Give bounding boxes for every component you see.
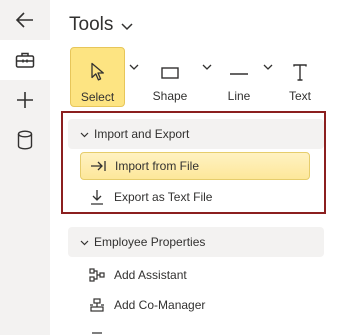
shape-options-chevron-icon[interactable]	[202, 58, 212, 76]
section-header-employee-properties[interactable]: Employee Properties	[68, 227, 324, 257]
rectangle-icon	[160, 55, 180, 81]
panel-title-dropdown[interactable]: Tools	[69, 13, 133, 37]
tools-panel: Tools Select Shape Line Text Import and …	[50, 0, 339, 335]
tool-line-button[interactable]: Line	[222, 47, 256, 105]
left-rail	[0, 0, 50, 335]
page-title: Tools	[69, 14, 114, 35]
line-options-chevron-icon[interactable]	[263, 58, 273, 76]
next-item-partial[interactable]	[80, 322, 310, 336]
text-icon	[292, 55, 308, 81]
item-label: Add Assistant	[114, 268, 187, 282]
database-icon	[17, 130, 33, 150]
tool-label: Text	[288, 89, 311, 103]
rail-item-add[interactable]	[0, 80, 50, 120]
tool-label: Select	[80, 90, 115, 104]
toolbox-icon	[15, 51, 35, 69]
line-icon	[229, 55, 249, 81]
assistant-icon	[86, 268, 108, 282]
section-title: Employee Properties	[94, 235, 206, 249]
tool-select-button[interactable]: Select	[70, 47, 125, 107]
rail-item-tools[interactable]	[0, 40, 50, 80]
plus-icon	[16, 91, 34, 109]
back-arrow-icon	[15, 10, 35, 30]
highlight-box	[61, 111, 326, 214]
rail-item-data[interactable]	[0, 120, 50, 160]
add-assistant-item[interactable]: Add Assistant	[80, 261, 310, 289]
tool-label: Line	[227, 89, 251, 103]
add-co-manager-item[interactable]: Add Co-Manager	[80, 291, 310, 319]
item-icon	[86, 322, 108, 336]
tool-label: Shape	[152, 89, 188, 103]
item-label: Add Co-Manager	[114, 298, 206, 312]
select-options-chevron-icon[interactable]	[129, 58, 139, 76]
tool-text-button[interactable]: Text	[284, 47, 316, 105]
co-manager-icon	[86, 298, 108, 312]
back-button[interactable]	[0, 0, 50, 40]
tool-shape-button[interactable]: Shape	[148, 47, 192, 105]
chevron-down-icon	[121, 15, 133, 37]
chevron-down-icon	[80, 235, 89, 249]
cursor-icon	[90, 56, 106, 82]
